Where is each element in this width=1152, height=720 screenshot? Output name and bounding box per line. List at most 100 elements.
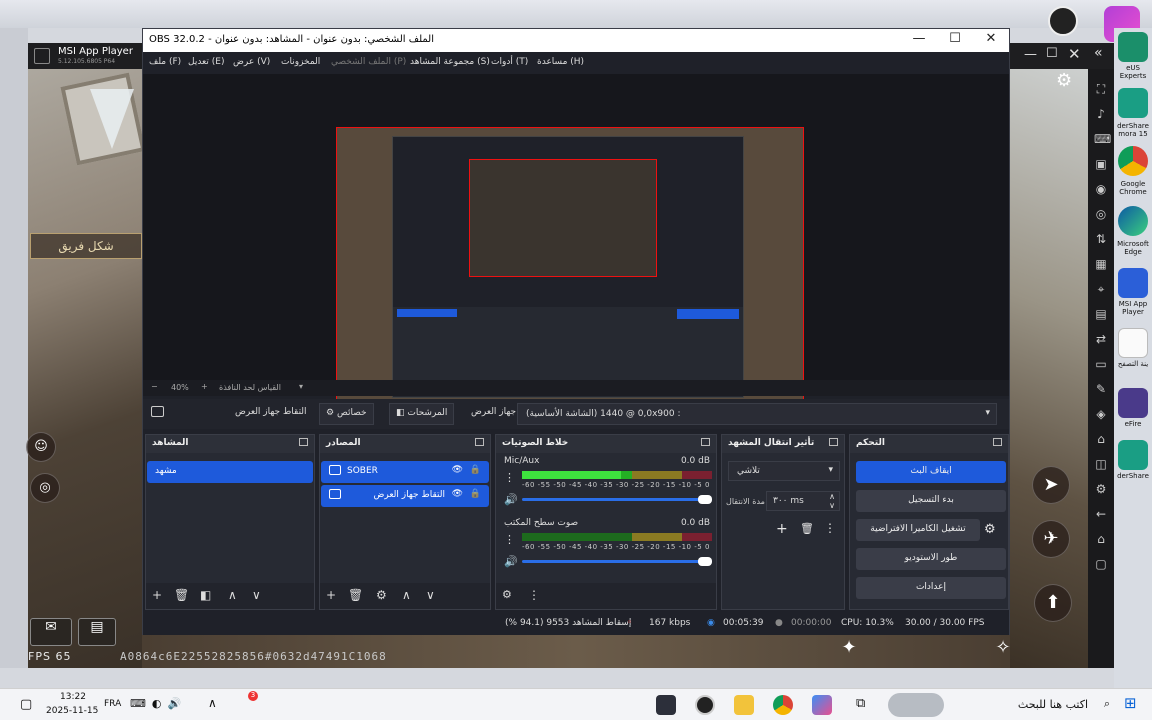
source-item-display[interactable]: التقاط جهاز العرض 👁 🔒 xyxy=(321,485,489,507)
add-scene-button[interactable]: + xyxy=(152,588,162,602)
zoom-dropdown-icon[interactable]: ▾ xyxy=(299,382,303,391)
record-icon: ● xyxy=(775,618,783,628)
volume-slider-knob[interactable] xyxy=(698,557,712,566)
message-icon[interactable]: ▤ xyxy=(78,618,116,646)
task-view-icon[interactable]: ⧉ xyxy=(856,696,865,711)
msi-app-icon[interactable] xyxy=(1118,268,1148,298)
source-item-sober[interactable]: SOBER 👁 🔒 xyxy=(321,461,489,483)
move-down-button[interactable]: ∨ xyxy=(426,588,435,602)
sources-footer: + 🗑 ⚙ ∧ ∨ xyxy=(320,583,490,609)
menu-view[interactable]: عرض (V) xyxy=(233,57,270,67)
clock-date[interactable]: 2025-11-15 xyxy=(46,706,98,716)
zoom-in-button[interactable]: + xyxy=(201,382,208,391)
channel-menu-icon[interactable]: ⋮ xyxy=(504,533,515,546)
person-icon[interactable]: ☺ xyxy=(26,432,56,462)
action-crouch-icon[interactable]: ✧ xyxy=(984,630,1022,668)
menu-file[interactable]: ملف (F) xyxy=(149,57,181,67)
maximize-icon[interactable]: ☐ xyxy=(1046,46,1058,61)
close-icon[interactable]: ✕ xyxy=(1068,45,1081,63)
preview-area[interactable] xyxy=(143,74,1009,419)
taskbar-app-icon[interactable] xyxy=(656,695,676,715)
start-recording-button[interactable]: بدء التسجيل xyxy=(856,490,1006,512)
chevron-up-icon[interactable]: ∧ xyxy=(208,696,217,710)
language-indicator[interactable]: FRA xyxy=(104,699,121,709)
notification-icon[interactable]: ▢ xyxy=(20,697,32,712)
remove-transition-button[interactable]: 🗑 xyxy=(800,522,814,535)
camera-icon[interactable]: ◎ xyxy=(30,473,60,503)
file-explorer-icon[interactable] xyxy=(734,695,754,715)
duration-spinbox[interactable]: ٣٠٠ ms ∧ ∨ xyxy=(766,491,840,511)
add-source-button[interactable]: + xyxy=(326,588,336,602)
action-run-icon[interactable]: ➤ xyxy=(1032,466,1070,504)
chat-icon[interactable]: ✉ xyxy=(30,618,72,646)
scene-item[interactable]: مشهد xyxy=(147,461,313,483)
action-sprint-icon[interactable]: ✦ xyxy=(830,630,868,668)
wondershare-icon[interactable] xyxy=(1118,88,1148,118)
file-icon[interactable] xyxy=(1118,328,1148,358)
chrome-icon[interactable] xyxy=(773,695,793,715)
visibility-eye-icon[interactable]: 👁 xyxy=(452,489,463,499)
visibility-eye-icon[interactable]: 👁 xyxy=(452,465,463,475)
menu-edit[interactable]: تعديل (E) xyxy=(188,57,224,67)
settings-button[interactable]: إعدادات xyxy=(856,577,1006,599)
obs-desktop-icon[interactable] xyxy=(1048,6,1078,36)
menu-profile[interactable]: الملف الشخصي (P) xyxy=(331,57,406,67)
transition-menu-icon[interactable]: ⋮ xyxy=(824,521,836,535)
lock-icon[interactable]: 🔒 xyxy=(470,465,481,475)
virtual-camera-settings-icon[interactable]: ⚙ xyxy=(984,522,996,537)
lock-icon[interactable]: 🔒 xyxy=(470,489,481,499)
action-jump-icon[interactable]: ⬆ xyxy=(1034,584,1072,622)
maximize-icon[interactable]: ☐ xyxy=(937,31,973,49)
filters-button[interactable]: ◧ المرشحات xyxy=(389,403,455,425)
move-up-button[interactable]: ∧ xyxy=(402,588,411,602)
windows-start-icon[interactable]: ⊞ xyxy=(1124,694,1137,712)
zoom-out-button[interactable]: − xyxy=(151,382,158,391)
remove-source-button[interactable]: 🗑 xyxy=(348,588,363,602)
channel-menu-icon[interactable]: ⋮ xyxy=(504,471,515,484)
move-down-button[interactable]: ∨ xyxy=(252,588,261,602)
edge-icon[interactable] xyxy=(1118,206,1148,236)
volume-slider-knob[interactable] xyxy=(698,495,712,504)
source-settings-icon[interactable]: ⚙ xyxy=(376,588,387,602)
transition-select[interactable]: تلاشي ▾ xyxy=(728,461,840,481)
tray-icons[interactable]: ⌨◐🔊 xyxy=(130,697,187,710)
manatee-widget[interactable] xyxy=(888,693,944,717)
clock-time[interactable]: 13:22 xyxy=(60,692,86,702)
preview-canvas[interactable] xyxy=(336,127,804,419)
copilot-icon[interactable] xyxy=(812,695,832,715)
freefire-icon[interactable] xyxy=(1118,388,1148,418)
zoom-bar: − 40% + القياس لحد النافذة ▾ xyxy=(143,380,1009,396)
close-icon[interactable]: ✕ xyxy=(973,31,1009,49)
collapse-icon[interactable]: « xyxy=(1094,45,1103,61)
menu-scene-collection[interactable]: مجموعة المشاهد (S) xyxy=(410,57,490,67)
advanced-audio-icon[interactable]: ⚙ xyxy=(502,588,512,601)
device-select[interactable]: (الشاشة الأساسية) 0,0 @ 1440x900 : ▾ xyxy=(517,403,997,425)
menu-docks[interactable]: المخزونات xyxy=(281,57,320,67)
menu-help[interactable]: مساعدة (H) xyxy=(537,57,584,67)
move-up-button[interactable]: ∧ xyxy=(228,588,237,602)
minimize-icon[interactable]: — xyxy=(1024,47,1037,62)
action-gun-icon[interactable]: ✈ xyxy=(1032,520,1070,558)
taskbar-obs-icon[interactable] xyxy=(695,695,715,715)
volume-slider[interactable] xyxy=(522,557,712,566)
scene-filter-button[interactable]: ◧ xyxy=(200,588,211,602)
settings-gear-icon[interactable]: ⚙ xyxy=(1056,70,1072,91)
studio-mode-button[interactable]: طور الاستوديو xyxy=(856,548,1006,570)
remove-scene-button[interactable]: 🗑 xyxy=(174,588,189,602)
virtual-camera-button[interactable]: تشغيل الكاميرا الافتراضية xyxy=(856,519,980,541)
speaker-icon[interactable]: 🔊 xyxy=(504,493,518,506)
chrome-icon[interactable] xyxy=(1118,146,1148,176)
volume-slider[interactable] xyxy=(522,495,712,504)
wondershare-icon-2[interactable] xyxy=(1118,440,1148,470)
menu-tools[interactable]: أدوات (T) xyxy=(491,57,528,67)
desktop-app-icon[interactable] xyxy=(1118,32,1148,62)
properties-button[interactable]: ⚙ خصائص xyxy=(319,403,374,425)
team-shape-label[interactable]: شكل فريق xyxy=(30,233,142,259)
add-transition-button[interactable]: + xyxy=(776,521,788,537)
stop-stream-button[interactable]: ايقاف البث xyxy=(856,461,1006,483)
speaker-icon[interactable]: 🔊 xyxy=(504,555,518,568)
minimize-icon[interactable]: — xyxy=(901,31,937,49)
scenes-dock: المشاهد مشهد + 🗑 ◧ ∧ ∨ xyxy=(145,434,315,610)
mixer-menu-icon[interactable]: ⋮ xyxy=(528,588,540,602)
search-box[interactable]: اكتب هنا للبحث ⌕ xyxy=(952,693,1116,717)
